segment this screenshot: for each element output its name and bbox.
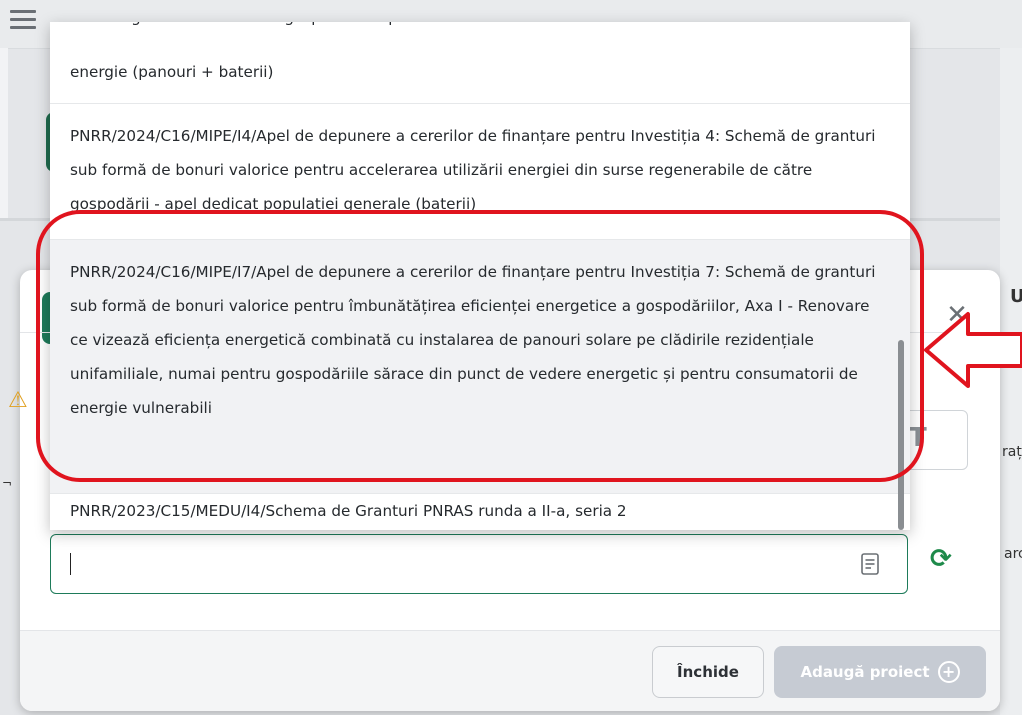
- bg-side-label-4: arc: [1004, 546, 1022, 562]
- close-icon[interactable]: ✕: [944, 302, 970, 328]
- option-label: energie (panouri + baterii): [70, 63, 274, 81]
- bg-right-column: [1000, 48, 1022, 715]
- bg-side-label-3: rați: [1002, 444, 1022, 460]
- bg-left-strip: [0, 48, 8, 218]
- hamburger-icon[interactable]: [10, 10, 36, 30]
- dropdown-option[interactable]: PNRR/2024/C16/MIPE/I4/Apel de depunere a…: [50, 104, 910, 240]
- project-search-input[interactable]: [61, 545, 845, 585]
- bg-left-marker: ¬: [2, 476, 13, 490]
- add-project-label: Adaugă proiect: [800, 663, 930, 681]
- dropdown-scrollbar[interactable]: [898, 340, 904, 530]
- option-label: PNRR/2023/C15/MEDU/I4/Schema de Granturi…: [70, 502, 627, 520]
- bg-side-label-2: i s: [1000, 340, 1016, 356]
- warning-icon: ⚠: [8, 388, 28, 413]
- text-icon: T: [909, 423, 927, 453]
- dropdown-option-highlighted[interactable]: PNRR/2024/C16/MIPE/I7/Apel de depunere a…: [50, 240, 910, 494]
- option-label: PNRR/2024/C16/MIPE/I4/Apel de depunere a…: [70, 127, 876, 213]
- option-partial-line: surse regenerabile de către gospodării -…: [70, 22, 700, 34]
- plus-circle-icon: +: [937, 661, 960, 683]
- notes-icon[interactable]: [861, 553, 879, 575]
- close-button[interactable]: Închide: [652, 646, 764, 698]
- text-format-button[interactable]: T: [900, 410, 968, 470]
- option-label: PNRR/2024/C16/MIPE/I7/Apel de depunere a…: [70, 263, 876, 417]
- project-search-field[interactable]: [50, 534, 908, 594]
- refresh-icon[interactable]: ⟳: [930, 546, 956, 572]
- project-dropdown[interactable]: surse regenerabile de către gospodării -…: [50, 22, 910, 530]
- bg-side-label-1: U: [1010, 286, 1022, 307]
- add-project-button[interactable]: Adaugă proiect +: [774, 646, 986, 698]
- dropdown-option[interactable]: surse regenerabile de către gospodării -…: [50, 22, 910, 104]
- dropdown-option[interactable]: PNRR/2023/C15/MEDU/I4/Schema de Granturi…: [50, 494, 910, 530]
